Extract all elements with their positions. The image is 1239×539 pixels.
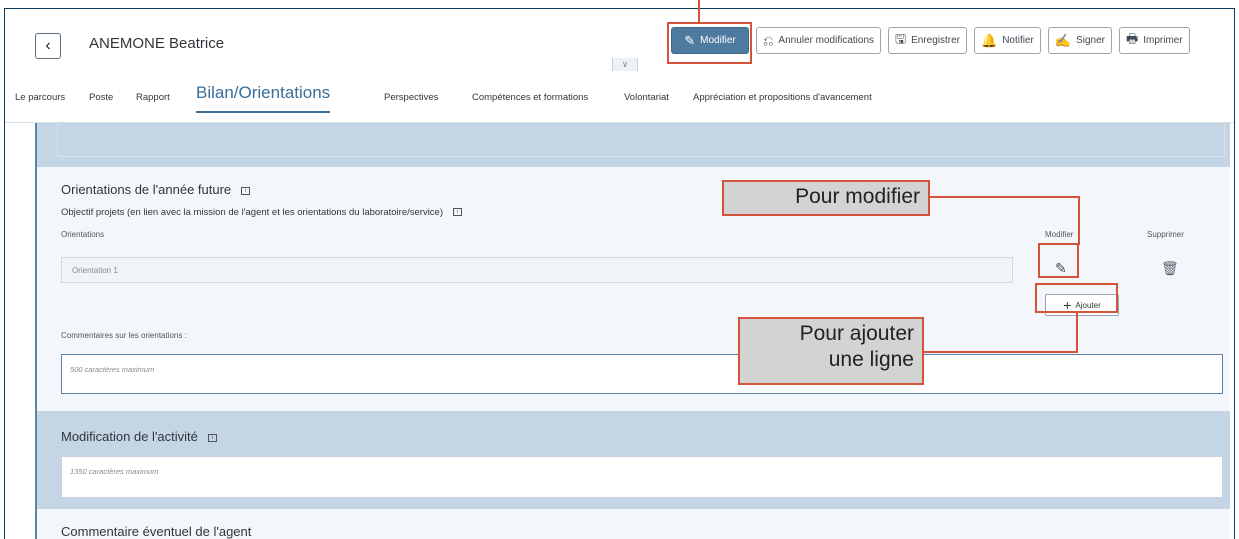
callout-pour-ajouter: Pour ajouter une ligne (738, 317, 924, 385)
commentaire-section: Commentaire éventuel de l'agent (37, 509, 1230, 539)
printer-icon: 🖶 (1125, 30, 1139, 46)
modification-section: Modification de l'activité i 1350 caractè… (37, 411, 1230, 509)
annotation-line (698, 0, 700, 23)
annuler-modifications-button[interactable]: ⎌ Annuler modifications (756, 27, 882, 54)
pencil-highlight (1038, 243, 1079, 278)
undo-icon: ⎌ (763, 32, 774, 48)
tab-bar: Le parcours Poste Rapport Bilan/Orientat… (5, 71, 1234, 123)
previous-section-field (57, 123, 1225, 157)
orientation-1-field[interactable]: Orientation 1 (61, 257, 1013, 283)
info-icon[interactable]: i (207, 433, 217, 442)
signature-icon: ✍ (1054, 32, 1072, 48)
tab-poste[interactable]: Poste (89, 92, 113, 103)
tab-le-parcours[interactable]: Le parcours (15, 92, 65, 103)
comments-textarea[interactable]: 500 caractères maximum (61, 354, 1223, 394)
enregistrer-button[interactable]: 🖫 Enregistrer (888, 27, 967, 54)
callout-pour-modifier: Pour modifier (722, 180, 930, 216)
tab-perspectives[interactable]: Perspectives (384, 92, 438, 103)
save-icon: 🖫 (895, 30, 907, 46)
info-icon[interactable]: i (241, 186, 251, 195)
chevron-down-icon: ∨ (621, 59, 629, 69)
comments-label: Commentaires sur les orientations : (61, 331, 187, 340)
tab-appreciation[interactable]: Appréciation et propositions d'avancemen… (693, 92, 872, 103)
ajouter-highlight (1035, 283, 1118, 313)
objectif-label: Objectif projets (en lien avec la missio… (61, 207, 463, 218)
imprimer-button[interactable]: 🖶 Imprimer (1118, 27, 1190, 54)
tab-competences-formations[interactable]: Compétences et formations (472, 92, 588, 103)
annotation-line (923, 351, 1078, 353)
column-header-orientations: Orientations (61, 230, 105, 239)
modification-textarea[interactable]: 1350 caractères maximum (61, 456, 1223, 498)
modifier-highlight (667, 22, 752, 64)
content-area: Orientations de l'année future i Objectif… (35, 123, 1230, 539)
tab-bilan-orientations[interactable]: Bilan/Orientations (196, 83, 331, 113)
column-header-modifier: Modifier (1045, 230, 1074, 239)
orientations-title: Orientations de l'année future i (61, 182, 251, 197)
delete-row-trash-icon[interactable]: 🗑 (1161, 260, 1179, 277)
tab-rapport[interactable]: Rapport (136, 92, 170, 103)
tab-volontariat[interactable]: Volontariat (624, 92, 669, 103)
signer-button[interactable]: ✍ Signer (1047, 27, 1112, 54)
employee-name: ANEMONE Beatrice (89, 35, 225, 52)
column-header-supprimer: Supprimer (1147, 230, 1184, 239)
bell-icon: 🔔 (981, 32, 998, 48)
modification-title: Modification de l'activité i (61, 429, 217, 444)
collapse-header-button[interactable]: ∨ (612, 58, 638, 72)
chevron-left-icon: ‹ (45, 37, 51, 54)
object-header: ‹ ANEMONE Beatrice ✎ Modifier ⎌ Annuler … (5, 9, 1234, 72)
annotation-line (1076, 312, 1078, 352)
previous-section-band (37, 123, 1230, 167)
back-button[interactable]: ‹ (35, 33, 61, 59)
annotation-line (930, 196, 1080, 198)
commentaire-title: Commentaire éventuel de l'agent (61, 524, 252, 539)
notifier-button[interactable]: 🔔 Notifier (974, 27, 1041, 54)
annotation-line (1078, 196, 1080, 245)
info-icon[interactable]: i (453, 208, 463, 217)
